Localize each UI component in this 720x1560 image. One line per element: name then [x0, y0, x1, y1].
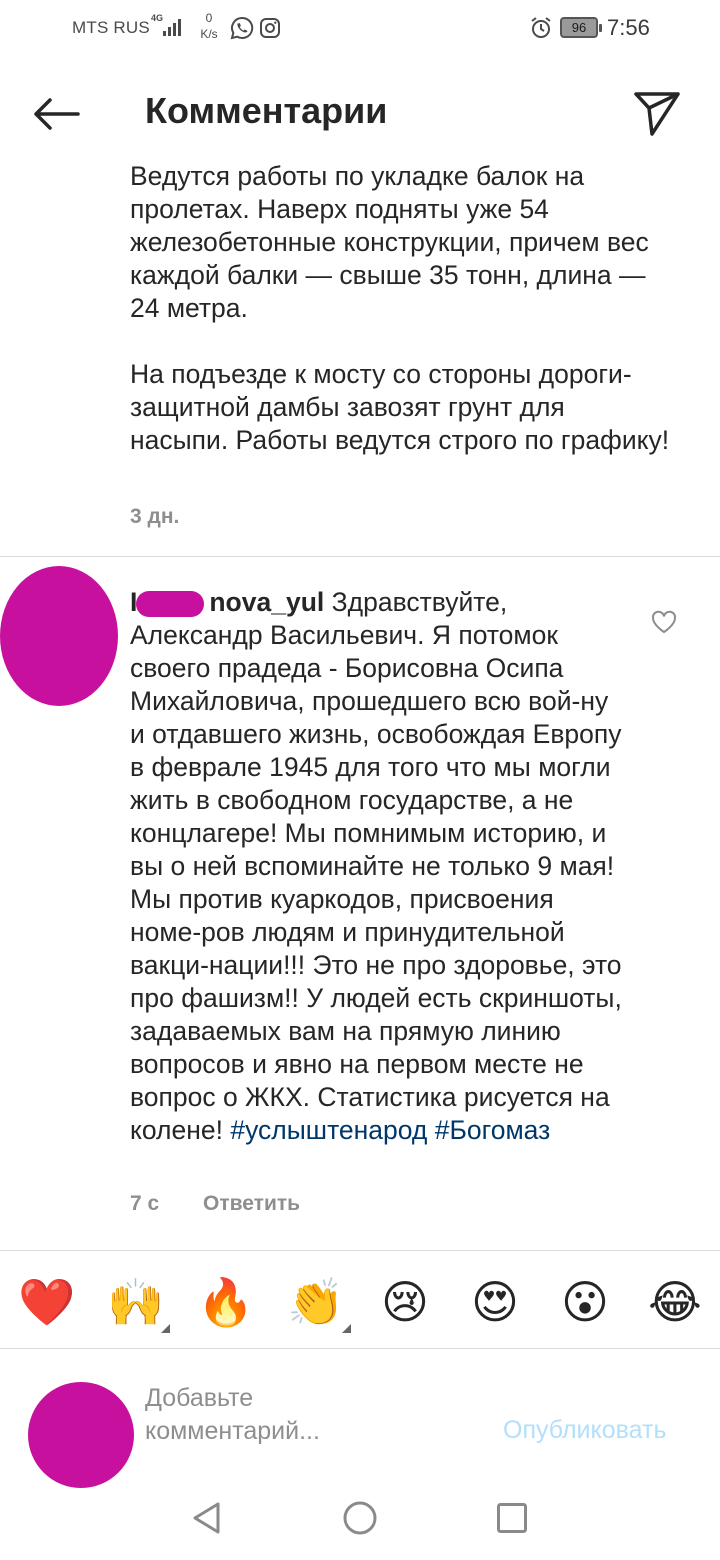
carrier-label: MTS RUS [72, 18, 150, 37]
publish-button[interactable]: Опубликовать [503, 1416, 666, 1445]
divider [0, 1348, 720, 1349]
caption-timestamp: 3 дн. [130, 505, 180, 528]
signal-icon [163, 19, 181, 36]
emoji-surprised-button[interactable]: 😮 [557, 1274, 613, 1330]
emoji-raised-hands-button[interactable]: 🙌 [107, 1274, 164, 1330]
comment-placeholder: комментарий... [145, 1417, 320, 1445]
emoji-laughing-button: 😂 [648, 1275, 702, 1329]
divider [0, 1250, 720, 1251]
back-arrow-icon[interactable] [28, 92, 84, 136]
divider [0, 556, 720, 557]
comment-username[interactable]: Inova_yul [130, 587, 324, 617]
network-speed-unit: K/s [200, 27, 218, 41]
page-title: Комментарии [145, 90, 388, 131]
hashtag-link[interactable]: #Богомаз [435, 1115, 551, 1145]
reply-button[interactable]: Ответить [203, 1192, 300, 1216]
emoji-heart-eyes-button[interactable]: 😍 [467, 1274, 523, 1330]
hashtag-link[interactable]: #услыштенарод [230, 1115, 427, 1145]
skin-tone-indicator-icon [342, 1324, 351, 1333]
whatsapp-icon [230, 16, 254, 40]
emoji-crying-button[interactable]: 😢 [377, 1274, 433, 1330]
battery-level: 96 [571, 20, 587, 35]
status-bar: MTS RUS 4G 0 K/s 96 7:56 [0, 0, 720, 56]
emoji-fire-button[interactable]: 🔥 [197, 1274, 254, 1330]
comment-body: Inova_yul Здравствуйте, Александр Василь… [130, 586, 630, 1147]
emoji-clap-button[interactable]: 👏 [287, 1274, 344, 1330]
header: Комментарии [0, 70, 720, 160]
commenter-avatar[interactable] [0, 566, 118, 706]
comment-placeholder: Добавьте [145, 1384, 254, 1412]
redaction-mark [136, 591, 204, 617]
direct-share-icon[interactable] [630, 86, 684, 140]
comment-text: Здравствуйте, Александр Васильевич. Я по… [130, 587, 622, 1145]
username-suffix: nova_yul [209, 587, 325, 617]
emoji-heart-button[interactable]: ❤️ [18, 1274, 75, 1330]
clock: 7:56 [607, 15, 650, 40]
heart-outline-icon[interactable] [650, 608, 678, 636]
instagram-icon [260, 18, 280, 38]
comment-meta: 7 с Ответить [130, 1192, 300, 1216]
emoji-bar: ❤️ 🙌 🔥 👏 😢 😍 😮 😂 [0, 1252, 720, 1348]
comment-input[interactable]: Добавьте комментарий... [145, 1382, 375, 1448]
hashtag-separator [427, 1115, 434, 1145]
nav-recent-apps-icon[interactable] [496, 1502, 528, 1534]
caption-paragraph: Ведутся работы по укладке балок на проле… [130, 161, 649, 323]
nav-home-icon[interactable] [342, 1500, 378, 1536]
comment-timestamp: 7 с [130, 1192, 160, 1215]
caption-paragraph: На подъезде к мосту со стороны дороги-за… [130, 359, 670, 455]
battery-icon: 96 [560, 17, 602, 38]
skin-tone-indicator-icon [161, 1324, 170, 1333]
alarm-icon [531, 17, 551, 38]
nav-back-icon[interactable] [190, 1500, 224, 1536]
network-speed-value: 0 [205, 11, 213, 25]
network-speed: 0 K/s [197, 10, 221, 42]
my-avatar [28, 1382, 134, 1488]
post-caption: Ведутся работы по укладке балок на проле… [130, 160, 670, 457]
